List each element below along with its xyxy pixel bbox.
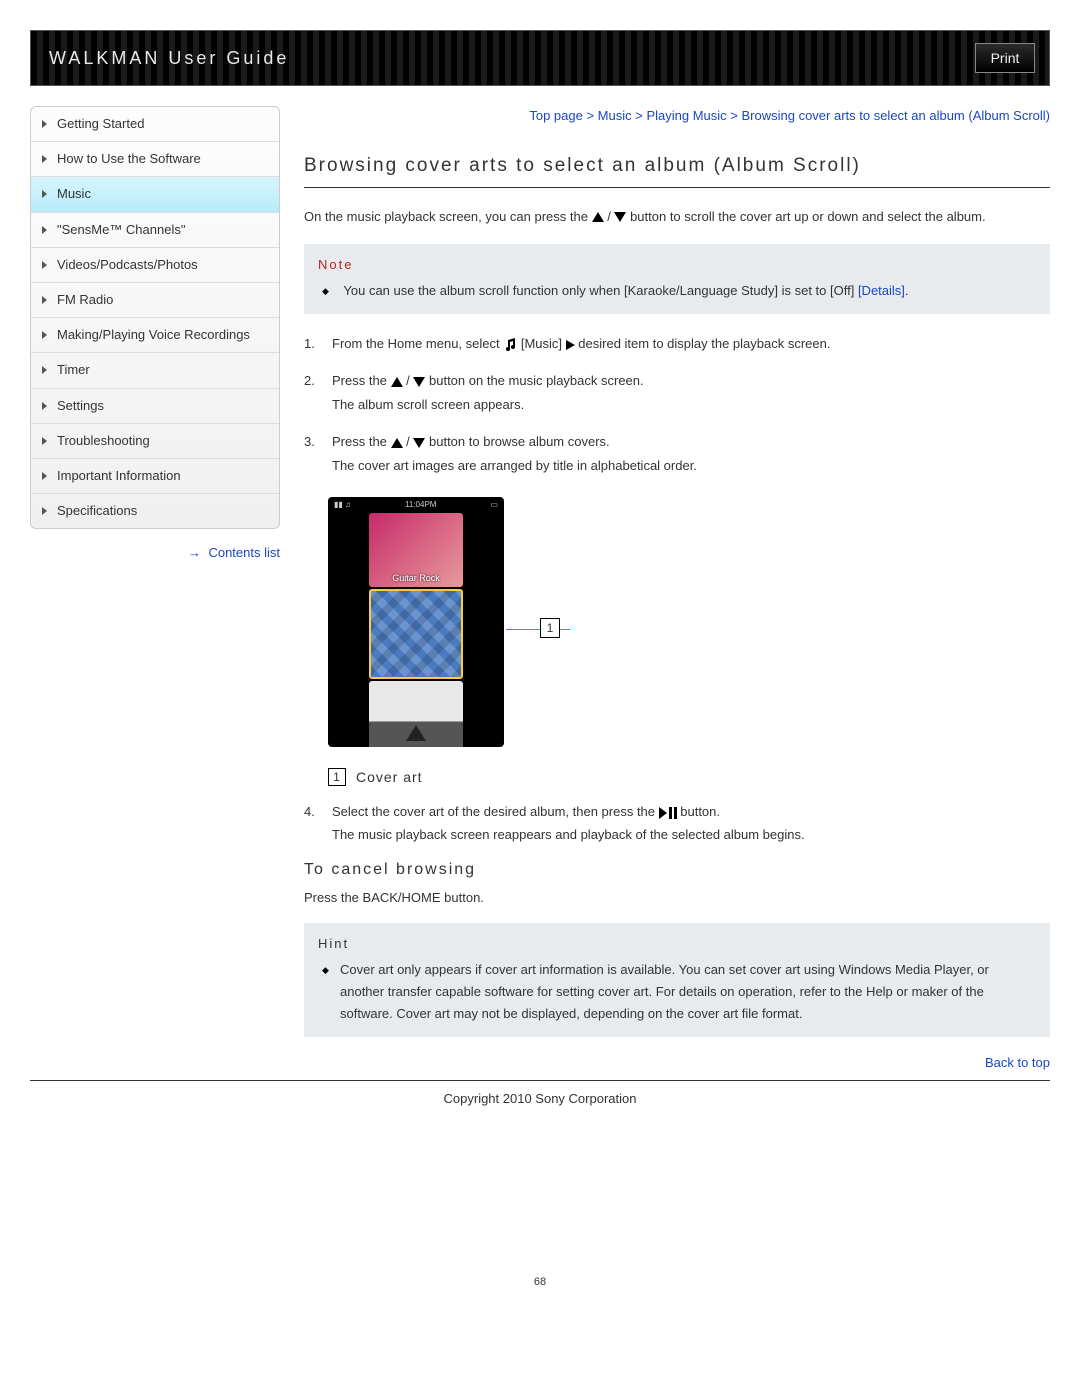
back-to-top-link[interactable]: Back to top [985,1055,1050,1070]
cancel-heading: To cancel browsing [304,861,1050,879]
sidebar-item-music[interactable]: Music [31,177,279,212]
back-to-top: Back to top [304,1055,1050,1070]
page-number: 68 [30,1276,1050,1288]
breadcrumb: Top page > Music > Playing Music > Brows… [304,106,1050,127]
sidebar-item-software[interactable]: How to Use the Software [31,142,279,177]
sidebar-item-sensme[interactable]: "SensMe™ Channels" [31,213,279,248]
print-label: Print [991,50,1020,66]
play-pause-icon [659,807,677,819]
step-2: 2. Press the / button on the music playb… [332,369,1050,416]
sidebar: Getting Started How to Use the Software … [30,106,280,1070]
sidebar-item-getting-started[interactable]: Getting Started [31,107,279,142]
up-icon [592,212,604,222]
note-box: Note You can use the album scroll functi… [304,244,1050,314]
device-statusbar: ▮▮ ♫ 11:04PM ▭ [328,497,504,511]
steps-list-2: 4. Select the cover art of the desired a… [304,800,1050,847]
up-icon [391,377,403,387]
crumb-current[interactable]: Browsing cover arts to select an album (… [741,108,1050,123]
page-title: Browsing cover arts to select an album (… [304,155,1050,188]
copyright: Copyright 2010 Sony Corporation [30,1081,1050,1116]
header-title: WALKMAN User Guide [49,48,289,69]
cancel-text: Press the BACK/HOME button. [304,887,1050,909]
cover-art-3 [369,681,463,747]
details-link[interactable]: [Details] [858,283,905,298]
sidebar-item-voice[interactable]: Making/Playing Voice Recordings [31,318,279,353]
down-icon [413,377,425,387]
sidebar-item-important[interactable]: Important Information [31,459,279,494]
note-title: Note [318,254,1036,276]
figure-legend: 1 Cover art [328,768,1050,786]
down-icon [413,438,425,448]
crumb-music[interactable]: Music [598,108,632,123]
sidebar-item-specs[interactable]: Specifications [31,494,279,528]
down-icon [614,212,626,222]
sidebar-item-fmradio[interactable]: FM Radio [31,283,279,318]
step-1: 1. From the Home menu, select [Music] de… [332,332,1050,355]
cover-art-1: Guitar Rock [369,513,463,587]
intro-text: On the music playback screen, you can pr… [304,206,1050,228]
sidebar-nav: Getting Started How to Use the Software … [30,106,280,529]
up-icon [391,438,403,448]
arrow-right-icon [566,340,575,350]
crumb-top[interactable]: Top page [529,108,583,123]
pause-music-icon: ▮▮ ♫ [334,500,351,509]
sidebar-item-settings[interactable]: Settings [31,389,279,424]
hint-title: Hint [318,933,1036,955]
step-3: 3. Press the / button to browse album co… [332,430,1050,477]
device-figure: ▮▮ ♫ 11:04PM ▭ Guitar Rock 1 [304,491,504,757]
contents-list-label[interactable]: Contents list [208,545,280,560]
music-icon [503,338,517,352]
main-content: Top page > Music > Playing Music > Brows… [304,106,1050,1070]
battery-icon: ▭ [490,500,498,509]
header-bar: WALKMAN User Guide Print [30,30,1050,86]
note-item: You can use the album scroll function on… [340,280,1036,302]
cover-art-2-selected [369,589,463,679]
legend-number: 1 [328,768,346,786]
callout-number: 1 [540,618,560,638]
step-4: 4. Select the cover art of the desired a… [332,800,1050,847]
sidebar-item-videos[interactable]: Videos/Podcasts/Photos [31,248,279,283]
callout-line [506,629,570,630]
cover1-label: Guitar Rock [369,573,463,583]
hint-item: Cover art only appears if cover art info… [340,959,1036,1025]
print-button[interactable]: Print [975,43,1035,73]
crumb-playing[interactable]: Playing Music [646,108,726,123]
steps-list: 1. From the Home menu, select [Music] de… [304,332,1050,477]
legend-label: Cover art [356,769,423,785]
device-time: 11:04PM [405,500,436,509]
sidebar-item-troubleshooting[interactable]: Troubleshooting [31,424,279,459]
hint-box: Hint Cover art only appears if cover art… [304,923,1050,1037]
sidebar-item-timer[interactable]: Timer [31,353,279,388]
contents-list-link[interactable]: Contents list [30,545,280,560]
device-screenshot: ▮▮ ♫ 11:04PM ▭ Guitar Rock [328,497,504,747]
